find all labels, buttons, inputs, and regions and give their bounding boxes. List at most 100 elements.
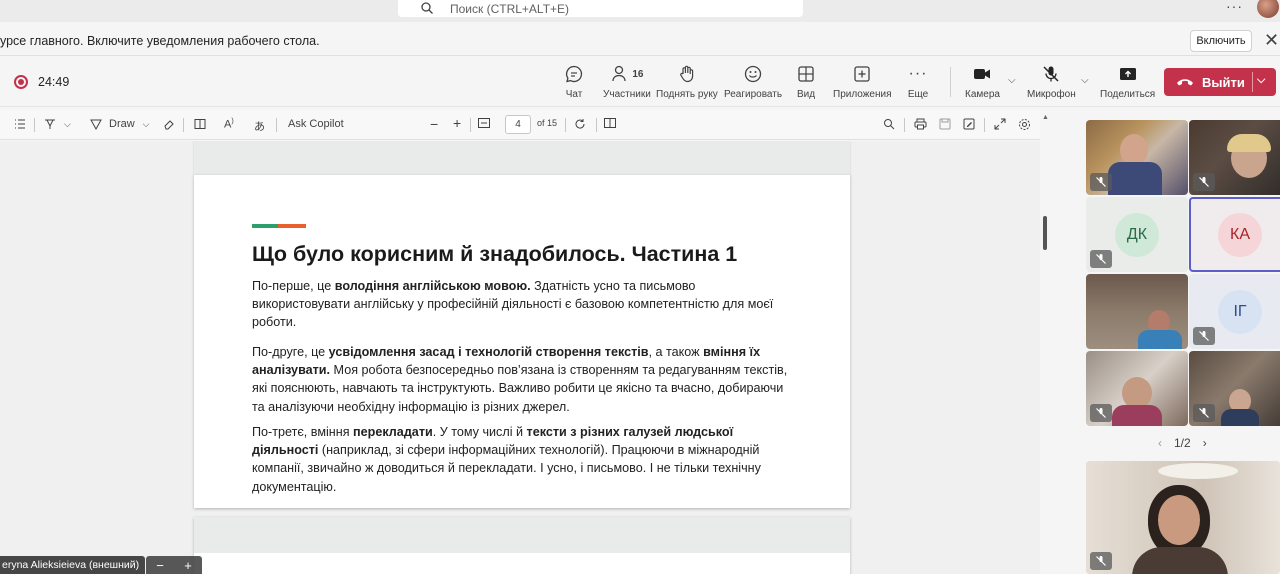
pdf-viewport[interactable]: Що було корисним й знадобилось. Частина … (0, 141, 1040, 574)
add-app-icon (851, 63, 873, 85)
mic-muted-icon (1193, 327, 1215, 345)
search-box[interactable]: Поиск (CTRL+ALT+E) (398, 0, 803, 17)
save-icon[interactable] (939, 118, 951, 130)
user-avatar[interactable] (1257, 0, 1279, 18)
paragraph-2: По-друге, це усвідомлення засад і технол… (252, 345, 788, 414)
emoji-icon (742, 63, 764, 85)
participant-video-tile[interactable] (1086, 120, 1188, 195)
microphone-button[interactable]: Микрофон (1027, 63, 1076, 100)
leave-options-chevron-icon[interactable]: ⌵ (1257, 74, 1265, 87)
mic-muted-icon (1090, 173, 1112, 191)
leave-label: Выйти (1202, 74, 1245, 90)
mic-muted-icon (1090, 404, 1112, 422)
highlight-chevron-icon[interactable]: ⌵ (64, 119, 71, 130)
zoom-in-icon[interactable]: + (184, 558, 192, 573)
participant-tile-ig[interactable]: ІГ (1189, 274, 1280, 349)
next-page-chevron-icon[interactable]: › (1203, 436, 1207, 450)
pdf-page: Що було корисним й знадобилось. Частина … (194, 175, 850, 508)
mic-muted-icon (1090, 552, 1112, 570)
draw-icon (90, 119, 102, 130)
react-button[interactable]: Реагировать (724, 63, 782, 100)
participant-video-tile[interactable] (1189, 351, 1280, 426)
gallery-pager: ‹ 1/2 › (1158, 436, 1207, 450)
toolbar-divider (950, 67, 951, 97)
participant-initials: КА (1218, 212, 1262, 257)
search-icon (421, 2, 433, 14)
presenter-name-tag: eryna Alieksieieva (внешний) (0, 556, 146, 574)
share-icon (1117, 63, 1139, 85)
previous-page-bottom (194, 141, 850, 175)
scroll-up-arrow-icon[interactable]: ▲ (1042, 114, 1049, 121)
table-of-contents-icon[interactable] (14, 118, 26, 130)
highlight-icon[interactable]: ⌵ (44, 118, 71, 130)
text-box-icon[interactable] (194, 118, 206, 130)
zoom-out-icon[interactable]: − (156, 558, 164, 573)
search-placeholder: Поиск (CTRL+ALT+E) (450, 1, 570, 16)
previous-page-chevron-icon[interactable]: ‹ (1158, 436, 1162, 450)
participant-initials: ДК (1115, 212, 1159, 257)
ask-copilot-button[interactable]: Ask Copilot (288, 118, 344, 130)
zoom-in-icon[interactable]: + (453, 115, 461, 131)
translate-icon[interactable]: あ (254, 118, 265, 134)
meeting-toolbar: 24:49 Чат 16 Участники Поднять руку Реаг… (0, 57, 1280, 107)
page-heading: Що було корисним й знадобилось. Частина … (252, 242, 738, 266)
eraser-icon[interactable] (163, 118, 175, 130)
chat-button[interactable]: Чат (563, 63, 585, 100)
close-icon[interactable]: ✕ (1264, 30, 1279, 51)
share-button[interactable]: Поделиться (1100, 63, 1155, 100)
camera-button[interactable]: Камера (965, 63, 1000, 100)
page-number-input[interactable]: 4 (505, 115, 531, 134)
settings-gear-icon[interactable] (1018, 118, 1031, 131)
paragraph-3: По-третє, вміння перекладати. У тому чис… (252, 425, 761, 494)
leave-button[interactable]: Выйти ⌵ (1164, 68, 1276, 96)
meeting-timer: 24:49 (38, 75, 70, 89)
draw-tool[interactable]: Draw ⌵ (90, 118, 150, 130)
grid-icon (795, 63, 817, 85)
more-options-icon[interactable]: ··· (1226, 0, 1243, 14)
search-icon[interactable] (883, 118, 895, 130)
next-page (194, 517, 850, 574)
pdf-toolbar: ⌵ Draw ⌵ A) あ Ask Copilot − + 4 of 15 (0, 110, 1040, 140)
participant-tile-ka[interactable]: КА (1189, 197, 1280, 272)
raise-hand-button[interactable]: Поднять руку (656, 63, 718, 100)
self-video-tile[interactable] (1086, 461, 1280, 574)
rotate-icon[interactable] (574, 118, 586, 130)
hang-up-icon (1177, 79, 1193, 86)
participant-video-tile[interactable] (1189, 120, 1280, 195)
page-view-icon[interactable] (604, 118, 616, 128)
notification-bar: урсе главного. Включите уведомления рабо… (0, 26, 1280, 56)
more-button[interactable]: ··· Еще (907, 63, 929, 100)
apps-button[interactable]: Приложения (833, 63, 892, 100)
more-icon: ··· (908, 65, 928, 82)
fit-page-icon[interactable] (478, 118, 490, 128)
people-icon: 16 (607, 63, 647, 85)
zoom-out-icon[interactable]: − (430, 116, 438, 132)
save-as-icon[interactable] (963, 118, 975, 130)
hand-icon (676, 63, 698, 85)
notification-text: урсе главного. Включите уведомления рабо… (0, 34, 320, 48)
participant-tile-dk[interactable]: ДК (1086, 197, 1188, 272)
mic-off-icon (1040, 63, 1062, 85)
participant-video-tile[interactable] (1086, 351, 1188, 426)
mic-options-chevron-icon[interactable]: ⌵ (1081, 75, 1089, 86)
participants-button[interactable]: 16 Участники (603, 63, 651, 100)
draw-chevron-icon[interactable]: ⌵ (143, 119, 150, 130)
print-icon[interactable] (914, 118, 927, 130)
mic-muted-icon (1193, 404, 1215, 422)
presenter-zoom-controls: − + (146, 556, 202, 574)
gallery-page-indicator: 1/2 (1174, 436, 1191, 450)
scrollbar-thumb[interactable] (1043, 216, 1047, 250)
mic-muted-icon (1193, 173, 1215, 191)
page-total: of 15 (537, 118, 558, 128)
participant-video-tile[interactable] (1086, 274, 1188, 349)
read-aloud-icon[interactable]: A) (224, 118, 234, 131)
enable-notifications-button[interactable]: Включить (1190, 30, 1252, 52)
fullscreen-icon[interactable] (994, 118, 1006, 130)
camera-icon (971, 63, 993, 85)
mic-muted-icon (1090, 250, 1112, 268)
camera-options-chevron-icon[interactable]: ⌵ (1008, 75, 1016, 86)
view-button[interactable]: Вид (795, 63, 817, 100)
paragraph-1: По-перше, це володіння англійською мовою… (252, 279, 774, 330)
participant-initials: ІГ (1218, 289, 1262, 334)
title-bar: Поиск (CTRL+ALT+E) ··· (0, 0, 1280, 22)
